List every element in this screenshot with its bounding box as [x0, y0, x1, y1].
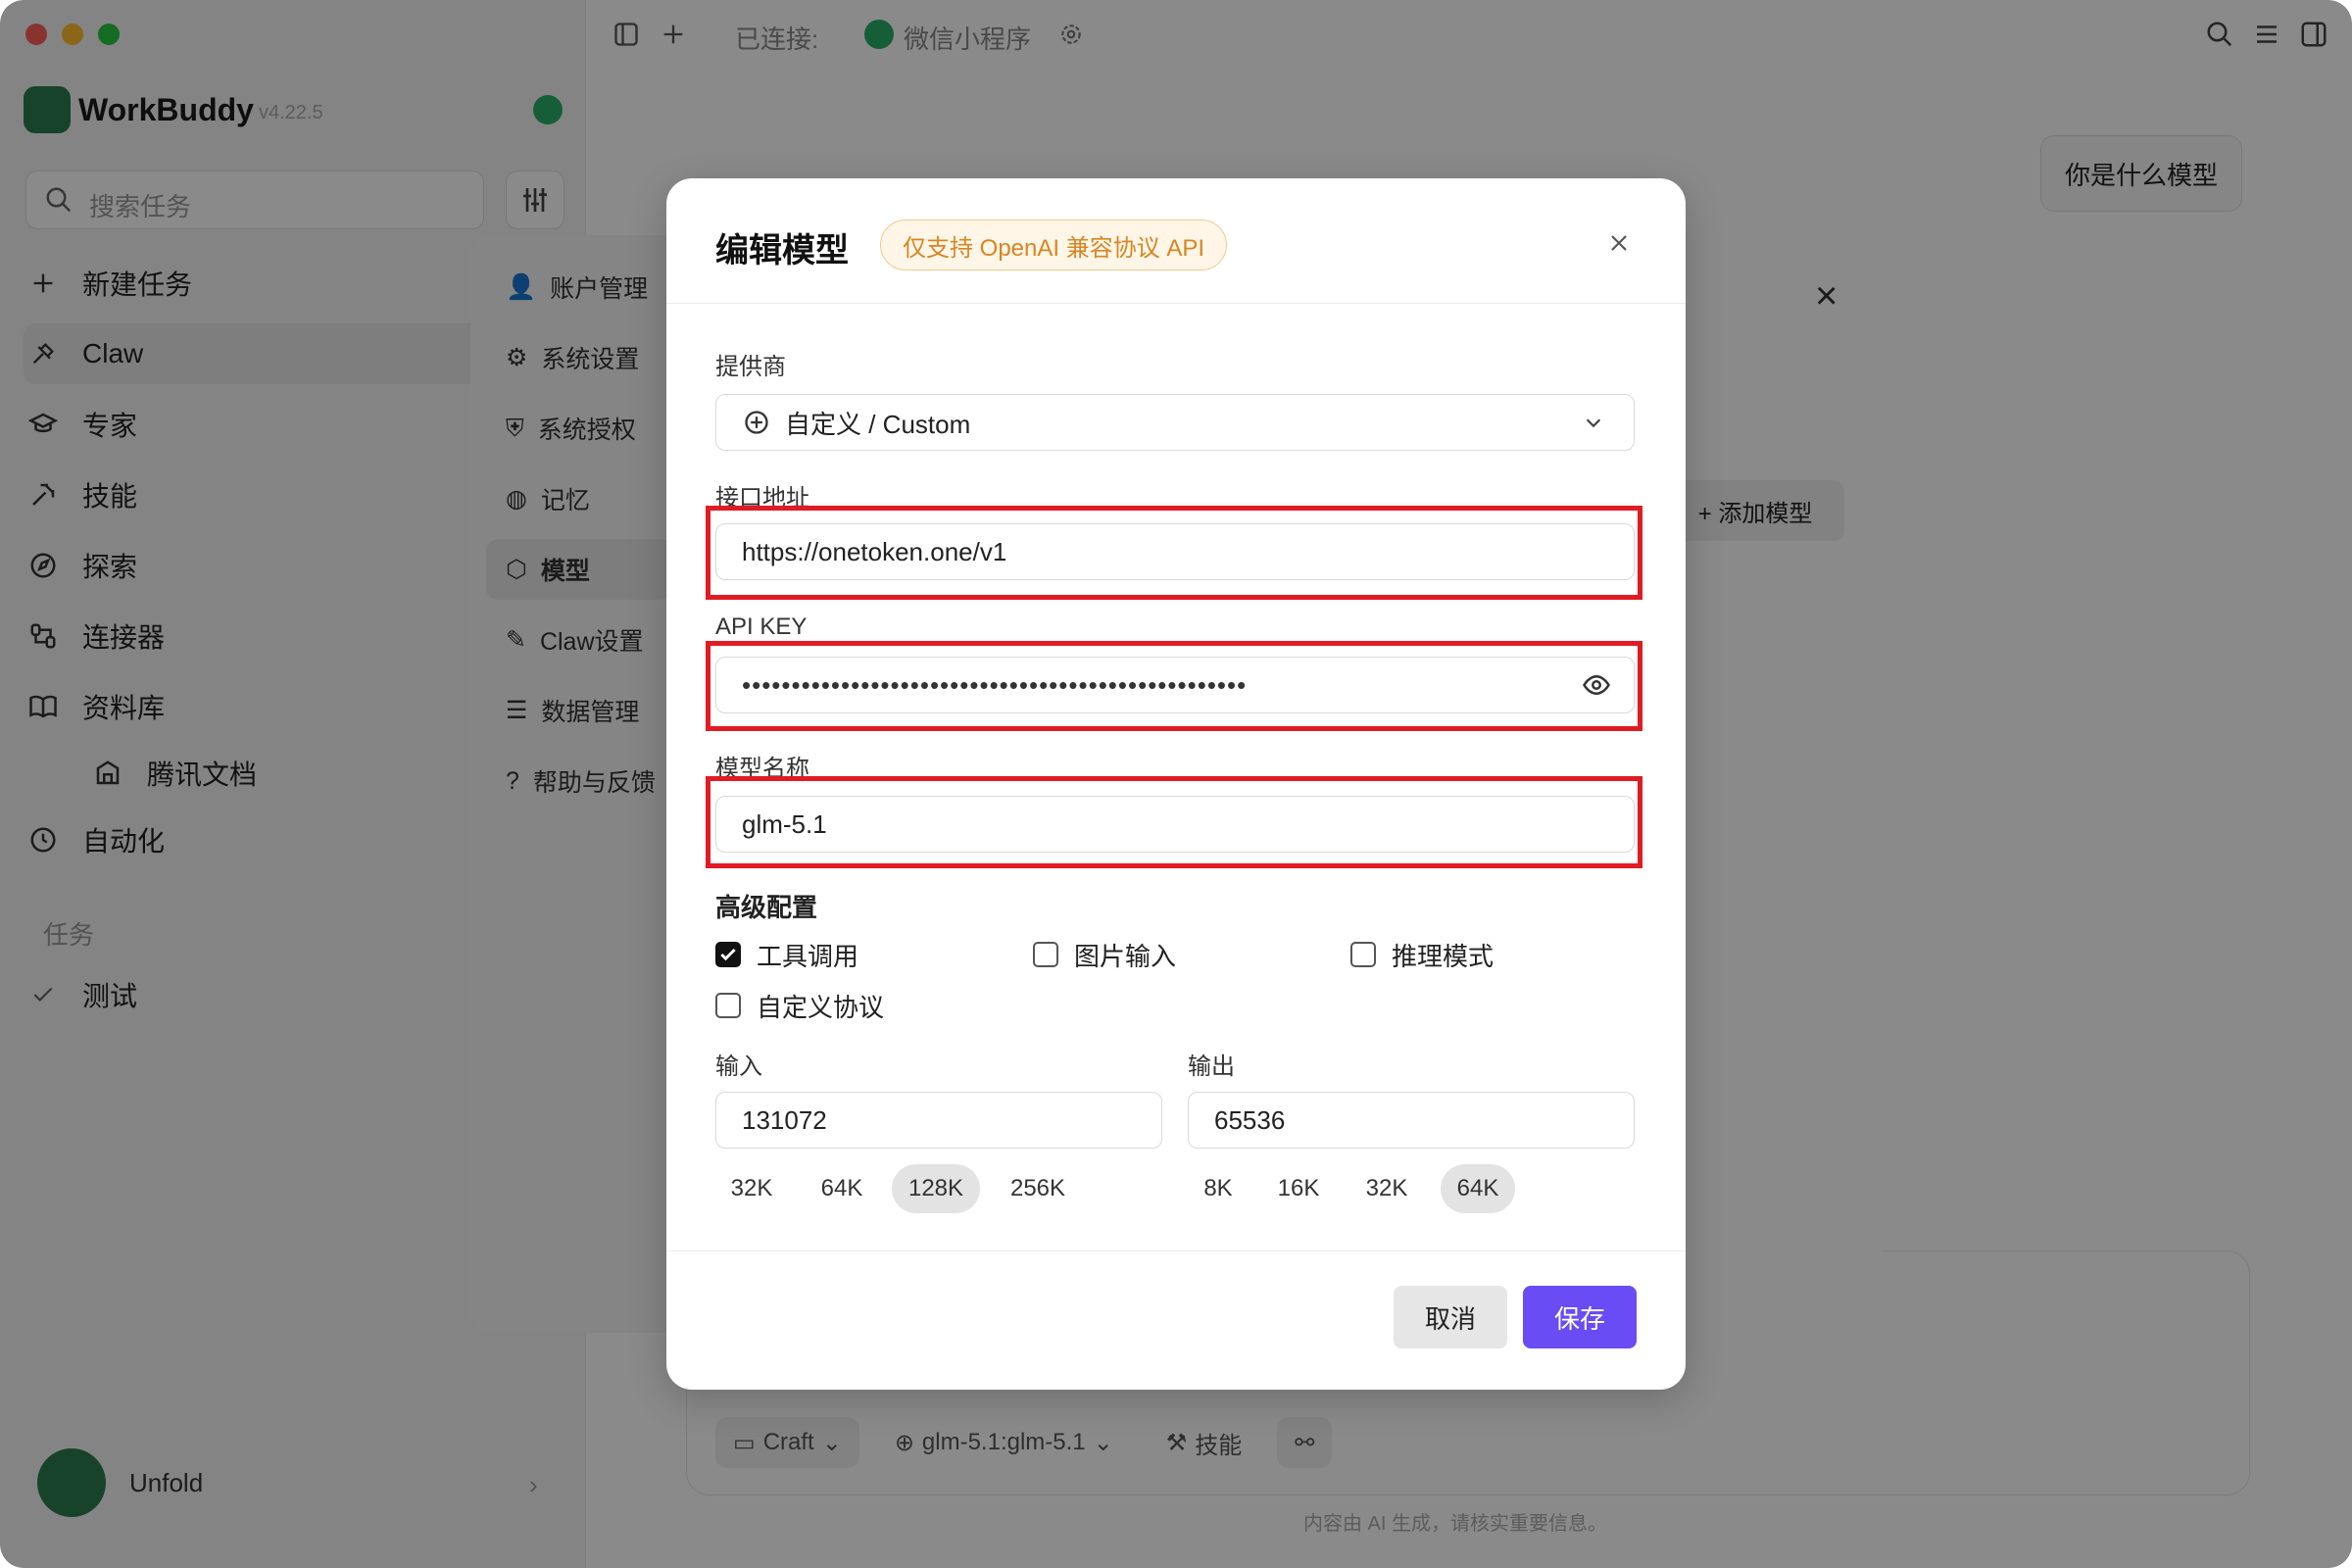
input-preset-256k[interactable]: 256K [994, 1164, 1082, 1213]
close-icon[interactable] [1601, 225, 1637, 261]
checkbox-label: 自定义协议 [757, 992, 885, 1022]
tool-calling-checkbox[interactable]: 工具调用 [715, 937, 858, 972]
apikey-value: ••••••••••••••••••••••••••••••••••••••••… [742, 669, 1248, 700]
output-preset-64k[interactable]: 64K [1441, 1164, 1515, 1213]
model-name-value: glm-5.1 [742, 808, 827, 839]
output-preset-8k[interactable]: 8K [1188, 1164, 1249, 1213]
edit-model-dialog: 编辑模型 仅支持 OpenAI 兼容协议 API 提供商 自定义 / Custo… [666, 178, 1686, 1390]
output-preset-16k[interactable]: 16K [1262, 1164, 1335, 1213]
checkbox-label: 工具调用 [757, 941, 859, 971]
cancel-button[interactable]: 取消 [1394, 1286, 1507, 1348]
apikey-input[interactable]: ••••••••••••••••••••••••••••••••••••••••… [715, 657, 1635, 713]
checkbox-empty-icon [1033, 942, 1058, 967]
input-tokens-field[interactable]: 131072 [715, 1092, 1162, 1149]
output-tokens-field[interactable]: 65536 [1188, 1092, 1635, 1149]
endpoint-value: https://onetoken.one/v1 [742, 536, 1007, 566]
output-tokens-value: 65536 [1214, 1104, 1286, 1135]
endpoint-input[interactable]: https://onetoken.one/v1 [715, 523, 1635, 580]
checkbox-empty-icon [715, 993, 741, 1018]
compat-badge: 仅支持 OpenAI 兼容协议 API [880, 220, 1228, 270]
provider-value: 自定义 / Custom [785, 409, 971, 439]
app-window: WorkBuddy v4.22.5 搜索任务 新建任务 Claw 专家 技能 探… [0, 0, 2352, 1568]
chevron-down-icon [1579, 408, 1608, 437]
dialog-divider [666, 1250, 1686, 1251]
apikey-label: API KEY [715, 613, 808, 640]
input-tokens-value: 131072 [742, 1104, 827, 1135]
input-tokens-label: 输入 [715, 1054, 762, 1080]
image-input-checkbox[interactable]: 图片输入 [1033, 937, 1176, 972]
checkbox-label: 图片输入 [1074, 941, 1177, 971]
input-preset-32k[interactable]: 32K [715, 1164, 788, 1213]
reasoning-mode-checkbox[interactable]: 推理模式 [1350, 937, 1494, 972]
model-name-input[interactable]: glm-5.1 [715, 796, 1635, 853]
output-preset-32k[interactable]: 32K [1350, 1164, 1423, 1213]
checkbox-label: 推理模式 [1392, 941, 1494, 971]
provider-select[interactable]: 自定义 / Custom [715, 394, 1635, 451]
output-tokens-label: 输出 [1188, 1054, 1235, 1080]
save-button[interactable]: 保存 [1523, 1286, 1637, 1348]
custom-protocol-checkbox[interactable]: 自定义协议 [715, 988, 884, 1023]
input-preset-64k[interactable]: 64K [806, 1164, 878, 1213]
checkbox-empty-icon [1350, 942, 1376, 967]
dialog-header: 编辑模型 仅支持 OpenAI 兼容协议 API [666, 178, 1686, 304]
advanced-config-label: 高级配置 [715, 893, 818, 922]
eye-icon[interactable] [1579, 667, 1614, 703]
dialog-title: 编辑模型 [715, 232, 849, 270]
plus-circle-icon [742, 408, 771, 437]
checkbox-checked-icon [715, 942, 741, 967]
provider-label: 提供商 [715, 354, 786, 380]
input-preset-128k[interactable]: 128K [892, 1164, 980, 1213]
